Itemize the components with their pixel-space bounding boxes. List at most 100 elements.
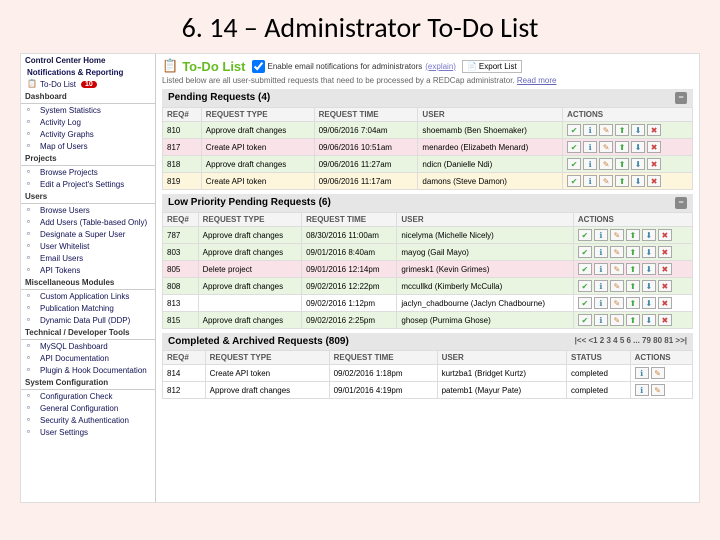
col-req[interactable]: REQ#: [163, 351, 206, 365]
sidebar-item[interactable]: ▫Activity Graphs: [21, 128, 155, 140]
col-status[interactable]: STATUS: [567, 351, 631, 365]
action-button[interactable]: ✎: [651, 367, 665, 379]
col-user[interactable]: USER: [437, 351, 566, 365]
col-type[interactable]: REQUEST TYPE: [198, 213, 301, 227]
sidebar-item[interactable]: ▫Plugin & Hook Documentation: [21, 364, 155, 376]
action-button[interactable]: ℹ: [635, 367, 649, 379]
action-button[interactable]: ⬇: [642, 229, 656, 241]
action-button[interactable]: ✎: [651, 384, 665, 396]
action-button[interactable]: ℹ: [583, 175, 597, 187]
action-button[interactable]: ✎: [599, 124, 613, 136]
action-button[interactable]: ⬇: [642, 263, 656, 275]
action-button[interactable]: ✔: [578, 314, 592, 326]
action-button[interactable]: ⬇: [631, 175, 645, 187]
action-button[interactable]: ⬆: [615, 175, 629, 187]
action-button[interactable]: ✔: [578, 246, 592, 258]
action-button[interactable]: ✖: [647, 158, 661, 170]
sidebar-item[interactable]: ▫Security & Authentication: [21, 414, 155, 426]
col-time[interactable]: REQUEST TIME: [314, 108, 418, 122]
action-button[interactable]: ℹ: [594, 297, 608, 309]
sidebar-item[interactable]: ▫Dynamic Data Pull (DDP): [21, 314, 155, 326]
action-button[interactable]: ⬇: [642, 246, 656, 258]
action-button[interactable]: ✖: [658, 297, 672, 309]
sidebar-item[interactable]: ▫Browse Projects: [21, 166, 155, 178]
col-user[interactable]: USER: [418, 108, 563, 122]
action-button[interactable]: ✔: [578, 263, 592, 275]
action-button[interactable]: ✖: [658, 314, 672, 326]
action-button[interactable]: ✎: [610, 297, 624, 309]
action-button[interactable]: ✎: [610, 229, 624, 241]
col-time[interactable]: REQUEST TIME: [302, 213, 397, 227]
sidebar-top[interactable]: Control Center Home: [21, 54, 155, 67]
sidebar-item[interactable]: ▫User Settings: [21, 426, 155, 438]
sidebar-item[interactable]: ▫Map of Users: [21, 140, 155, 152]
sidebar-item[interactable]: ▫Publication Matching: [21, 302, 155, 314]
action-button[interactable]: ✔: [567, 158, 581, 170]
action-button[interactable]: ⬆: [615, 158, 629, 170]
export-button[interactable]: 📄 Export List: [462, 60, 522, 73]
action-button[interactable]: ⬆: [626, 263, 640, 275]
action-button[interactable]: ✔: [578, 229, 592, 241]
action-button[interactable]: ✔: [578, 297, 592, 309]
sidebar-item[interactable]: ▫Custom Application Links: [21, 290, 155, 302]
sidebar-item[interactable]: ▫Activity Log: [21, 116, 155, 128]
action-button[interactable]: ✎: [599, 158, 613, 170]
action-button[interactable]: ℹ: [583, 141, 597, 153]
col-type[interactable]: REQUEST TYPE: [205, 351, 329, 365]
sidebar-item[interactable]: ▫General Configuration: [21, 402, 155, 414]
action-button[interactable]: ℹ: [583, 124, 597, 136]
sidebar-item[interactable]: ▫Email Users: [21, 252, 155, 264]
action-button[interactable]: ℹ: [635, 384, 649, 396]
sidebar-item[interactable]: ▫User Whitelist: [21, 240, 155, 252]
collapse-button[interactable]: −: [675, 197, 687, 209]
action-button[interactable]: ℹ: [583, 158, 597, 170]
action-button[interactable]: ⬆: [626, 314, 640, 326]
action-button[interactable]: ℹ: [594, 263, 608, 275]
action-button[interactable]: ✖: [658, 246, 672, 258]
action-button[interactable]: ✖: [658, 280, 672, 292]
action-button[interactable]: ✔: [567, 175, 581, 187]
sidebar-item[interactable]: ▫Add Users (Table-based Only): [21, 216, 155, 228]
action-button[interactable]: ⬆: [615, 124, 629, 136]
explain-link[interactable]: (explain): [425, 62, 456, 71]
action-button[interactable]: ⬇: [642, 280, 656, 292]
action-button[interactable]: ✖: [647, 141, 661, 153]
action-button[interactable]: ✎: [599, 141, 613, 153]
action-button[interactable]: ✖: [647, 175, 661, 187]
action-button[interactable]: ℹ: [594, 229, 608, 241]
sidebar-todo-item[interactable]: 📋 To-Do List 10: [21, 78, 155, 90]
action-button[interactable]: ✎: [610, 263, 624, 275]
action-button[interactable]: ✖: [658, 229, 672, 241]
action-button[interactable]: ⬆: [626, 229, 640, 241]
action-button[interactable]: ⬇: [631, 141, 645, 153]
action-button[interactable]: ✔: [578, 280, 592, 292]
sidebar-item[interactable]: ▫Designate a Super User: [21, 228, 155, 240]
collapse-button[interactable]: −: [675, 92, 687, 104]
col-time[interactable]: REQUEST TIME: [329, 351, 437, 365]
sidebar-item[interactable]: ▫API Tokens: [21, 264, 155, 276]
enable-email-checkbox[interactable]: [252, 60, 265, 73]
sidebar-item[interactable]: ▫Browse Users: [21, 204, 155, 216]
action-button[interactable]: ⬆: [626, 280, 640, 292]
action-button[interactable]: ✎: [599, 175, 613, 187]
action-button[interactable]: ✖: [647, 124, 661, 136]
pager[interactable]: |<< <1 2 3 4 5 6 ... 79 80 81 >>|: [575, 336, 687, 347]
col-req[interactable]: REQ#: [163, 213, 199, 227]
sidebar-item[interactable]: ▫Configuration Check: [21, 390, 155, 402]
action-button[interactable]: ⬆: [626, 246, 640, 258]
col-user[interactable]: USER: [397, 213, 574, 227]
action-button[interactable]: ⬇: [642, 314, 656, 326]
action-button[interactable]: ✔: [567, 141, 581, 153]
action-button[interactable]: ⬇: [642, 297, 656, 309]
action-button[interactable]: ✎: [610, 314, 624, 326]
sidebar-item[interactable]: ▫API Documentation: [21, 352, 155, 364]
sidebar-item[interactable]: ▫Edit a Project's Settings: [21, 178, 155, 190]
action-button[interactable]: ✎: [610, 246, 624, 258]
action-button[interactable]: ✔: [567, 124, 581, 136]
sidebar-item[interactable]: ▫System Statistics: [21, 104, 155, 116]
col-req[interactable]: REQ#: [163, 108, 202, 122]
readmore-link[interactable]: Read more: [517, 76, 557, 85]
action-button[interactable]: ⬇: [631, 124, 645, 136]
action-button[interactable]: ✎: [610, 280, 624, 292]
action-button[interactable]: ℹ: [594, 314, 608, 326]
